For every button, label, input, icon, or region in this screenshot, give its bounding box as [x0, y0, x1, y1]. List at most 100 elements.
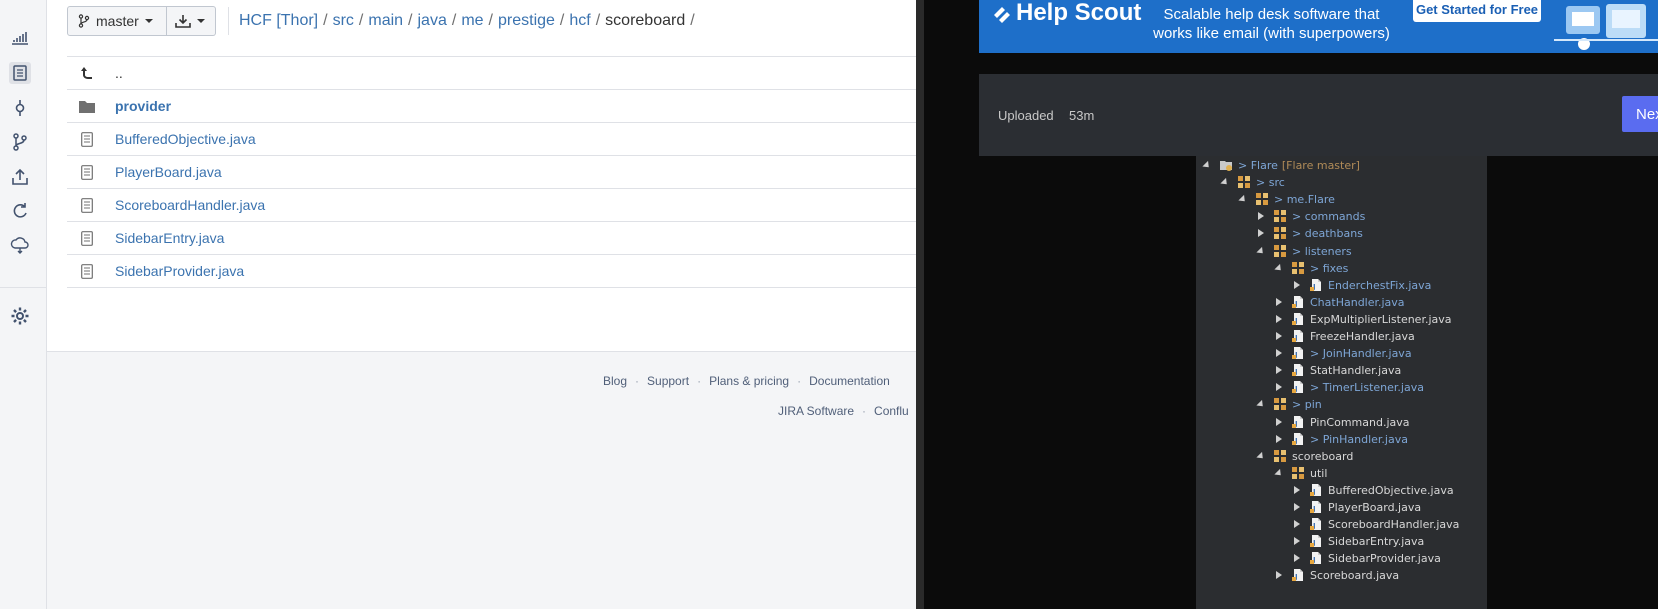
expanded-twisty-icon[interactable]	[1256, 399, 1266, 409]
file-icon	[79, 230, 95, 246]
expanded-twisty-icon[interactable]	[1220, 177, 1230, 187]
tree-node[interactable]: J ScoreboardHandler.java	[1292, 515, 1459, 533]
tree-node-label: PlayerBoard.java	[1328, 500, 1422, 514]
tree-node[interactable]: J ExpMultiplierListener.java	[1274, 310, 1452, 328]
file-row[interactable]: PlayerBoard.java	[67, 156, 916, 189]
ad-cta-button[interactable]: Get Started for Free	[1413, 0, 1541, 22]
collapsed-twisty-icon[interactable]	[1274, 331, 1284, 341]
tree-node[interactable]: util	[1274, 464, 1327, 482]
expanded-twisty-icon[interactable]	[1274, 263, 1284, 273]
file-link[interactable]: BufferedObjective.java	[115, 131, 256, 147]
expanded-twisty-icon[interactable]	[1256, 451, 1266, 461]
breadcrumb-link[interactable]: HCF [Thor]	[239, 12, 318, 29]
collapsed-twisty-icon[interactable]	[1256, 211, 1266, 221]
footer-link-documentation[interactable]: Documentation	[809, 374, 890, 388]
tree-node[interactable]: > me.Flare	[1238, 190, 1335, 208]
tree-node[interactable]: > listeners	[1256, 242, 1352, 260]
collapsed-twisty-icon[interactable]	[1274, 570, 1284, 580]
collapsed-twisty-icon[interactable]	[1274, 348, 1284, 358]
java-file-icon: J	[1292, 347, 1303, 359]
tree-node[interactable]: J SidebarEntry.java	[1292, 532, 1424, 550]
tree-node[interactable]: J PinCommand.java	[1274, 413, 1410, 431]
tree-node[interactable]: J > TimerListener.java	[1274, 378, 1424, 396]
tree-node[interactable]: scoreboard	[1256, 447, 1353, 465]
footer-link-pricing[interactable]: Plans & pricing	[709, 374, 789, 388]
settings-gear-icon[interactable]	[9, 305, 31, 327]
download-button[interactable]	[167, 6, 216, 36]
branches-icon[interactable]	[9, 131, 31, 153]
expanded-twisty-icon[interactable]	[1238, 194, 1248, 204]
collapsed-twisty-icon[interactable]	[1274, 434, 1284, 444]
footer-link-confluence[interactable]: Conflu	[874, 404, 909, 418]
file-row[interactable]: SidebarEntry.java	[67, 222, 916, 255]
collapsed-twisty-icon[interactable]	[1292, 536, 1302, 546]
ad-banner[interactable]: Help Scout Scalable help desk software t…	[979, 0, 1658, 53]
helpscout-logo-icon	[994, 7, 1010, 23]
file-link[interactable]: PlayerBoard.java	[115, 164, 222, 180]
file-row[interactable]: ScoreboardHandler.java	[67, 189, 916, 222]
file-row[interactable]: SidebarProvider.java	[67, 255, 916, 288]
tree-node[interactable]: J EnderchestFix.java	[1292, 276, 1431, 294]
breadcrumb-link[interactable]: me	[461, 12, 483, 29]
tree-node[interactable]: J PlayerBoard.java	[1292, 498, 1421, 516]
tree-node-label: > listeners	[1292, 244, 1352, 258]
collapsed-twisty-icon[interactable]	[1292, 553, 1302, 563]
next-post-button[interactable]: Next Post	[1622, 96, 1658, 132]
tree-node[interactable]: > commands	[1256, 207, 1365, 225]
collapsed-twisty-icon[interactable]	[1274, 417, 1284, 427]
breadcrumb-link[interactable]: java	[418, 12, 447, 29]
tree-node[interactable]: > src	[1220, 173, 1285, 191]
tree-node[interactable]: J ChatHandler.java	[1274, 293, 1405, 311]
overview-icon[interactable]	[9, 26, 31, 48]
commits-icon[interactable]	[9, 97, 31, 119]
collapsed-twisty-icon[interactable]	[1274, 297, 1284, 307]
pull-requests-icon[interactable]	[9, 166, 31, 188]
folder-row[interactable]: provider	[67, 90, 916, 123]
tree-node[interactable]: > deathbans	[1256, 224, 1363, 242]
toolbar-divider	[228, 7, 229, 35]
folder-link[interactable]: provider	[115, 98, 171, 114]
file-link[interactable]: SidebarProvider.java	[115, 263, 244, 279]
collapsed-twisty-icon[interactable]	[1256, 228, 1266, 238]
tree-node[interactable]: J Scoreboard.java	[1274, 566, 1399, 584]
breadcrumb-link[interactable]: main	[368, 12, 403, 29]
footer-link-blog[interactable]: Blog	[603, 374, 627, 388]
package-icon	[1274, 398, 1286, 410]
file-link[interactable]: ScoreboardHandler.java	[115, 197, 265, 213]
java-file-icon: J	[1292, 313, 1303, 325]
ad-illustration-icon	[1554, 4, 1658, 50]
deployments-icon[interactable]	[9, 234, 31, 256]
java-file-icon: J	[1310, 279, 1321, 291]
uploaded-label: Uploaded	[998, 108, 1054, 123]
file-link[interactable]: SidebarEntry.java	[115, 230, 224, 246]
source-icon[interactable]	[9, 62, 31, 84]
tree-node[interactable]: J > JoinHandler.java	[1274, 344, 1412, 362]
file-row[interactable]: BufferedObjective.java	[67, 123, 916, 156]
tree-node[interactable]: > pin	[1256, 395, 1322, 413]
pipelines-icon[interactable]	[9, 200, 31, 222]
collapsed-twisty-icon[interactable]	[1292, 519, 1302, 529]
breadcrumb-link[interactable]: hcf	[569, 12, 590, 29]
footer-link-jira[interactable]: JIRA Software	[778, 404, 854, 418]
tree-node[interactable]: J FreezeHandler.java	[1274, 327, 1415, 345]
collapsed-twisty-icon[interactable]	[1292, 280, 1302, 290]
collapsed-twisty-icon[interactable]	[1274, 382, 1284, 392]
collapsed-twisty-icon[interactable]	[1292, 502, 1302, 512]
breadcrumb-link[interactable]: src	[333, 12, 354, 29]
tree-node[interactable]: > fixes	[1274, 259, 1348, 277]
footer-link-support[interactable]: Support	[647, 374, 689, 388]
collapsed-twisty-icon[interactable]	[1292, 485, 1302, 495]
tree-node[interactable]: J SidebarProvider.java	[1292, 549, 1441, 567]
expanded-twisty-icon[interactable]	[1274, 468, 1284, 478]
parent-directory-row[interactable]: ..	[67, 57, 916, 90]
footer-separator: ·	[862, 404, 867, 418]
expanded-twisty-icon[interactable]	[1256, 246, 1266, 256]
tree-node[interactable]: J BufferedObjective.java	[1292, 481, 1454, 499]
breadcrumb-link[interactable]: prestige	[498, 12, 555, 29]
tree-node[interactable]: J > PinHandler.java	[1274, 430, 1408, 448]
collapsed-twisty-icon[interactable]	[1274, 365, 1284, 375]
tree-node[interactable]: J StatHandler.java	[1274, 361, 1401, 379]
branch-selector[interactable]: master	[67, 6, 167, 36]
collapsed-twisty-icon[interactable]	[1274, 314, 1284, 324]
file-icon	[79, 164, 95, 180]
